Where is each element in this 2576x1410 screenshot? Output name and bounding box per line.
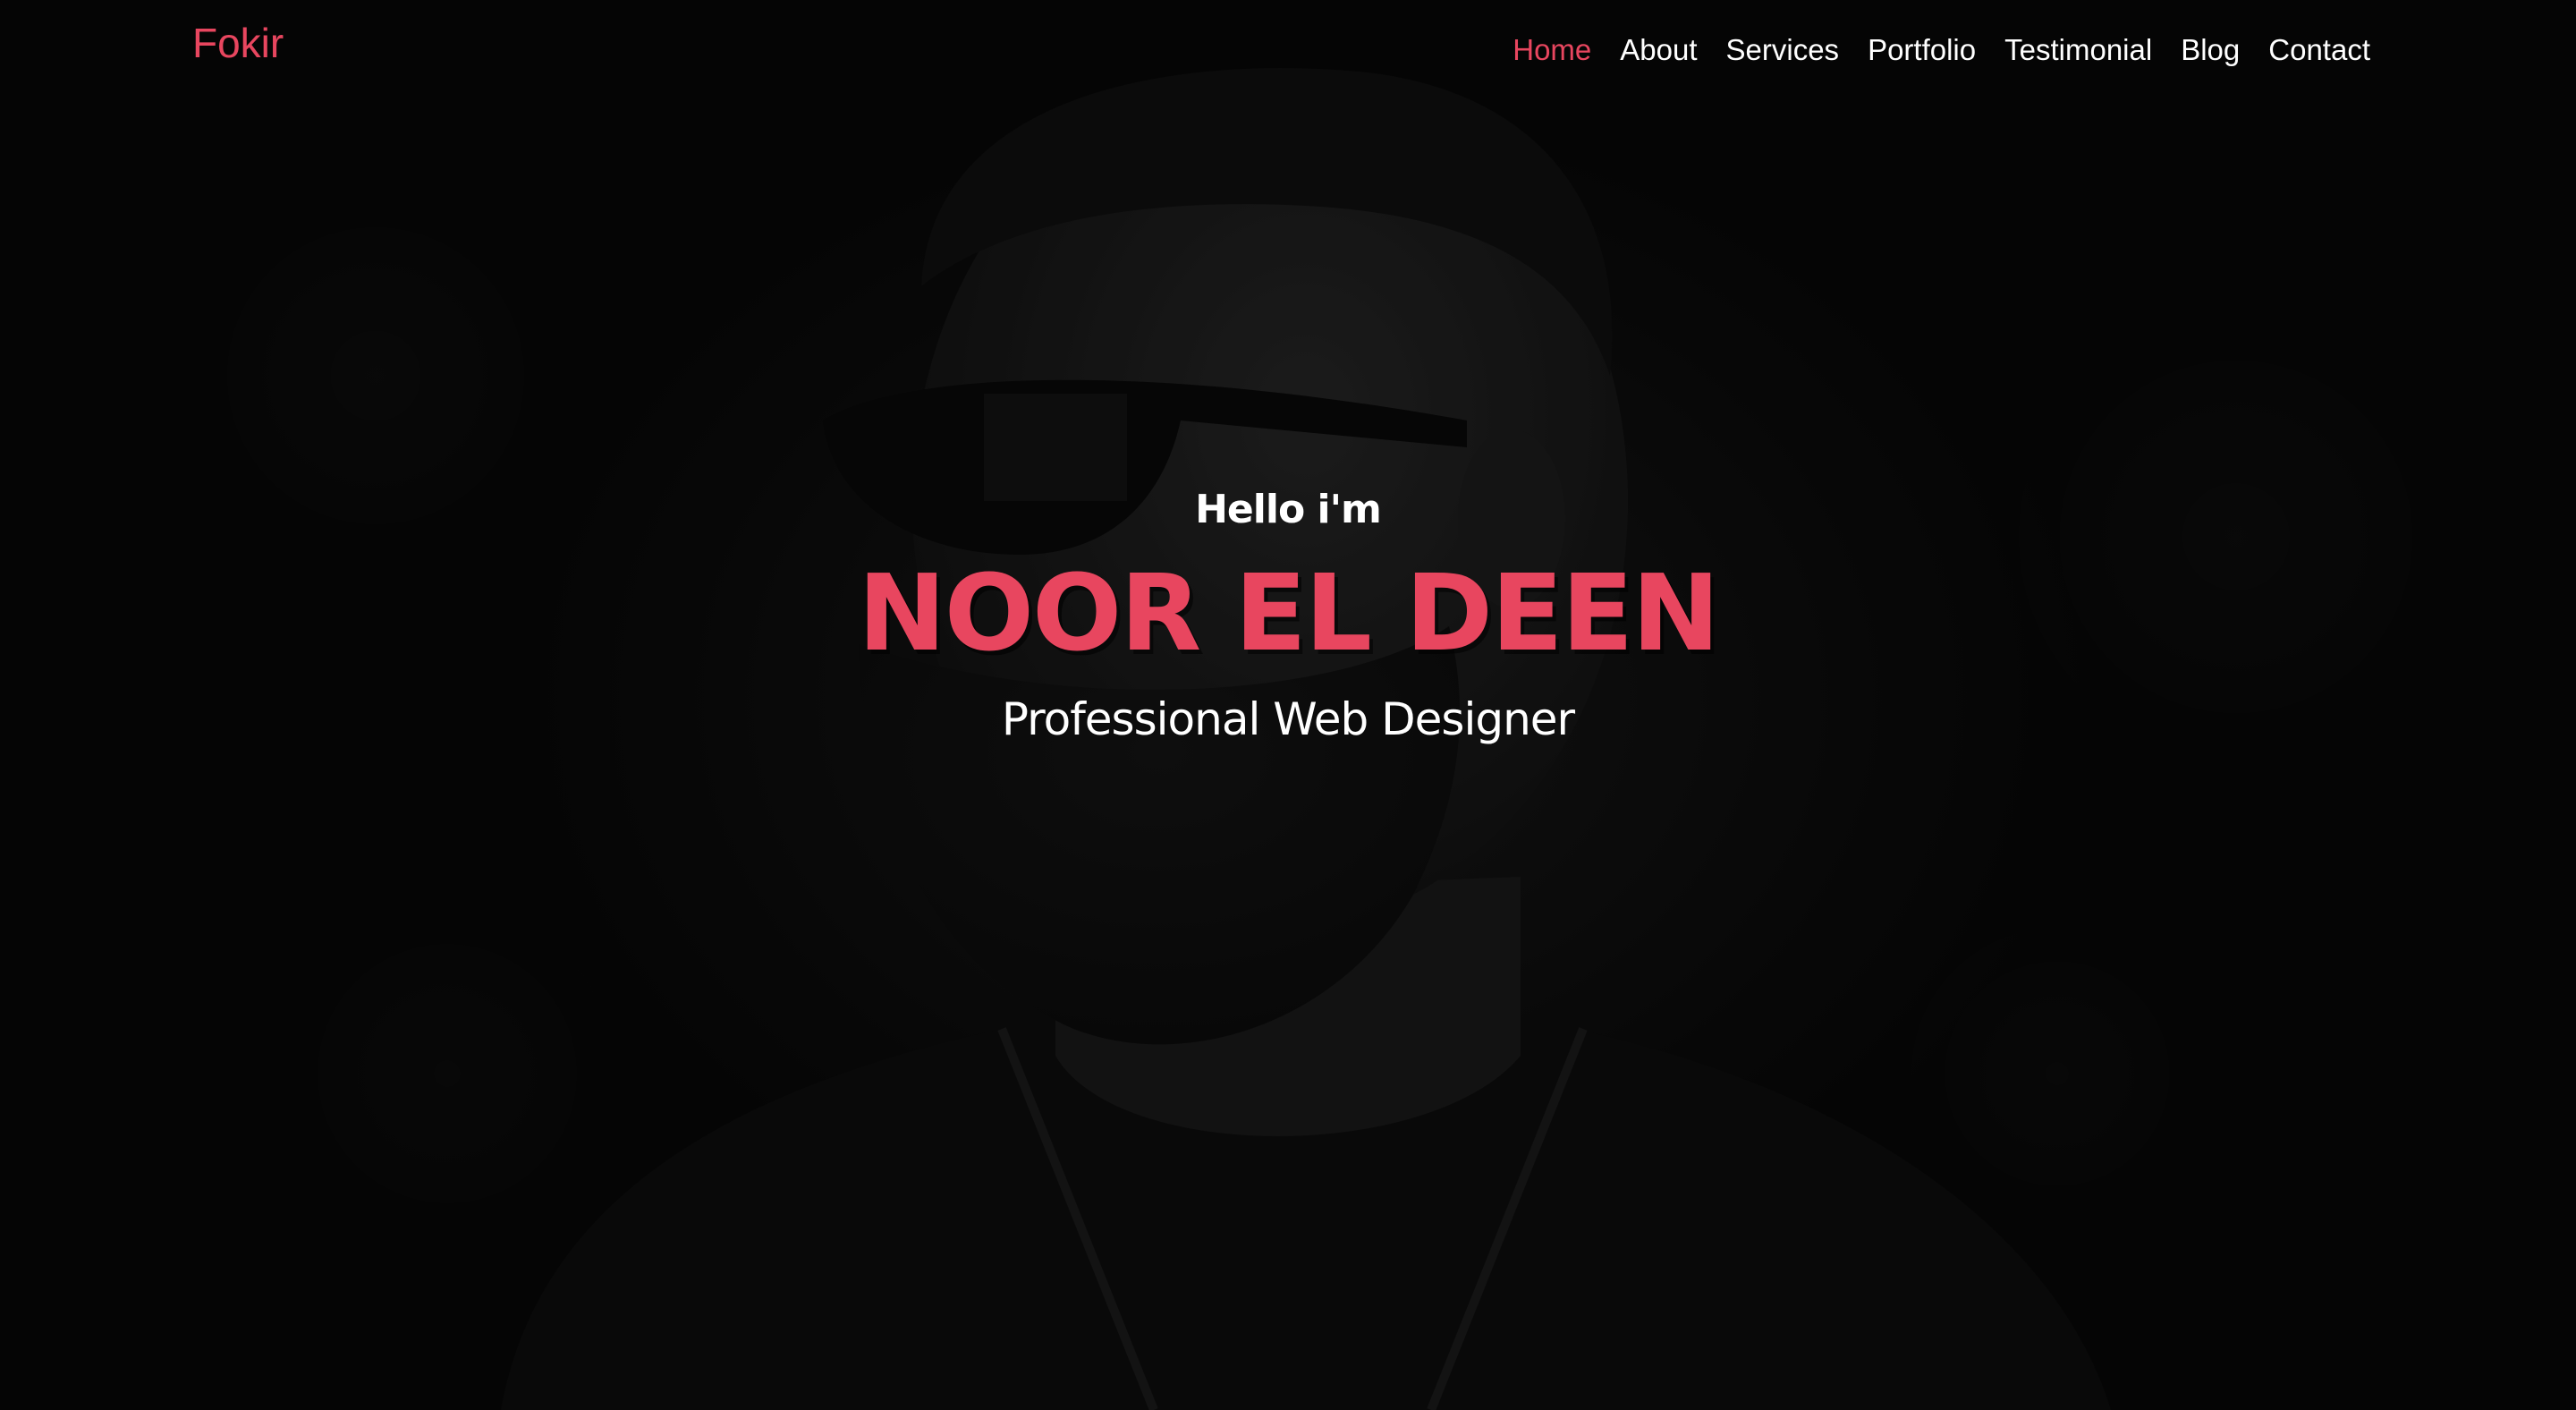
nav-link-services[interactable]: Services — [1726, 33, 1840, 66]
top-navbar: Fokir Home About Services Portfolio Test… — [0, 0, 2576, 98]
brand-logo[interactable]: Fokir — [192, 16, 284, 70]
nav-link-home[interactable]: Home — [1513, 33, 1591, 66]
nav-menu: Home About Services Portfolio Testimonia… — [1513, 25, 2370, 75]
hero-name: NOOR EL DEEN — [857, 551, 1720, 675]
nav-link-portfolio[interactable]: Portfolio — [1868, 33, 1976, 66]
nav-link-blog[interactable]: Blog — [2181, 33, 2240, 66]
hero-section: Fokir Home About Services Portfolio Test… — [0, 0, 2576, 1410]
hero-greeting: Hello i'm — [1195, 487, 1382, 532]
hero-subtitle: Professional Web Designer — [1001, 693, 1575, 745]
hero-content: Hello i'm NOOR EL DEEN Professional Web … — [0, 474, 2576, 755]
nav-link-about[interactable]: About — [1620, 33, 1697, 66]
nav-link-contact[interactable]: Contact — [2268, 33, 2370, 66]
nav-link-testimonial[interactable]: Testimonial — [2004, 33, 2152, 66]
